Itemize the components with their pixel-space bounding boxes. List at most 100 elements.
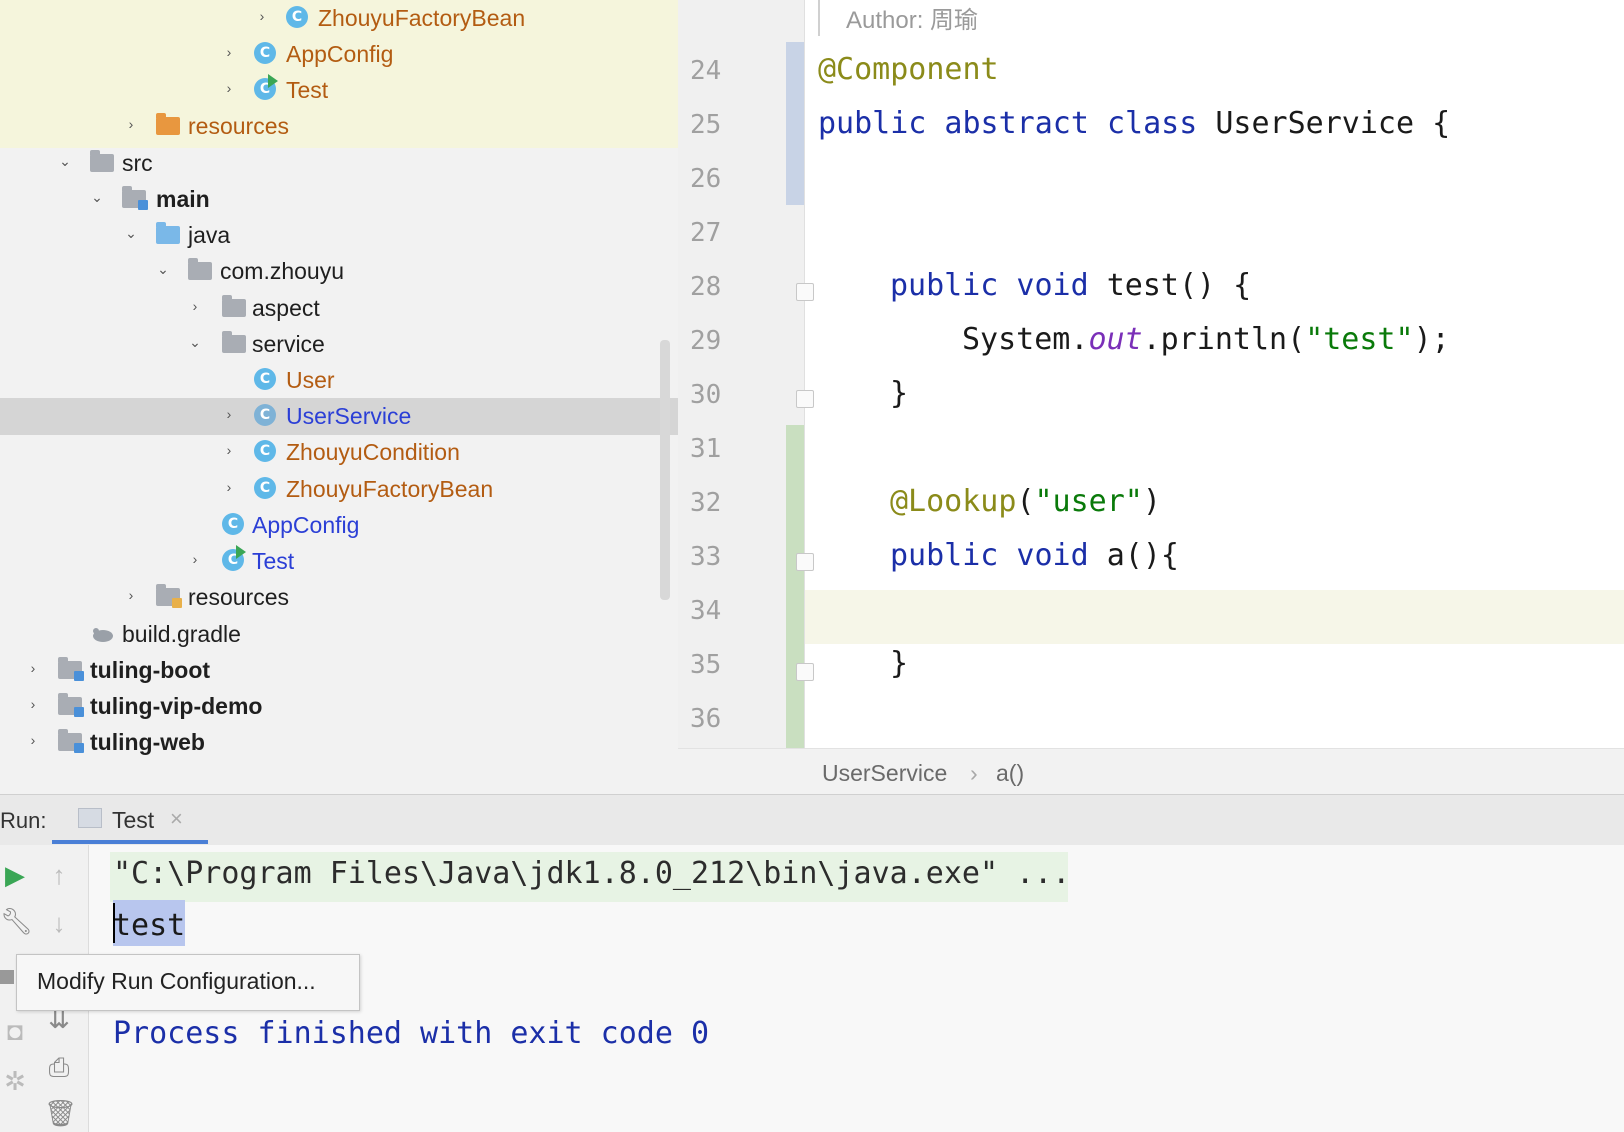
tree-item-label: ZhouyuCondition xyxy=(286,439,460,465)
doc-comment-bar xyxy=(818,0,820,36)
chevron-down-icon[interactable]: ⌄ xyxy=(156,262,170,276)
folder-icon xyxy=(90,150,114,175)
tree-item-zhouyufactorybean-1[interactable]: › C ZhouyuFactoryBean xyxy=(0,0,678,37)
tree-item-zhouyufactorybean-2[interactable]: › C ZhouyuFactoryBean xyxy=(0,471,678,508)
vcs-change-marker[interactable] xyxy=(786,42,804,205)
code-line-24[interactable]: @Component xyxy=(818,52,999,87)
tree-item-label: src xyxy=(122,150,153,176)
tree-item-label: tuling-vip-demo xyxy=(90,693,263,719)
tree-item-test-2[interactable]: › C Test xyxy=(0,543,678,580)
line-number: 25 xyxy=(690,110,722,140)
chevron-right-icon[interactable]: › xyxy=(188,552,202,566)
line-number: 29 xyxy=(690,326,722,356)
fold-icon[interactable] xyxy=(796,283,814,301)
console-output[interactable]: test xyxy=(113,908,185,943)
chevron-right-icon[interactable]: › xyxy=(26,733,40,747)
arrow-up-icon[interactable]: ↑ xyxy=(44,860,74,890)
chevron-right-icon[interactable]: › xyxy=(26,661,40,675)
vcs-added-marker[interactable] xyxy=(786,425,804,748)
print-icon[interactable]: ⎙ xyxy=(44,1052,74,1082)
chevron-right-icon[interactable]: › xyxy=(222,443,236,457)
tree-item-aspect[interactable]: › aspect xyxy=(0,290,678,327)
code-line-29[interactable]: System.out.println("test"); xyxy=(962,322,1450,357)
tree-item-test-1[interactable]: › C Test xyxy=(0,72,678,109)
chevron-right-icon[interactable]: › xyxy=(188,299,202,313)
fold-icon[interactable] xyxy=(796,553,814,571)
chevron-right-icon[interactable]: › xyxy=(255,9,269,23)
run-icon[interactable]: ▶ xyxy=(0,860,30,890)
tree-item-tuling-boot[interactable]: › tuling-boot xyxy=(0,652,678,689)
console-exit-message[interactable]: Process finished with exit code 0 xyxy=(113,1016,709,1051)
chevron-down-icon[interactable]: ⌄ xyxy=(58,154,72,168)
class-icon: C xyxy=(222,513,246,537)
tree-item-service[interactable]: ⌄ service xyxy=(0,326,678,363)
chevron-right-icon[interactable]: › xyxy=(222,480,236,494)
tree-item-label: resources xyxy=(188,584,289,610)
keyword: public void xyxy=(890,268,1089,303)
arrow-down-icon[interactable]: ↓ xyxy=(44,908,74,938)
package-icon xyxy=(222,331,246,356)
camera-icon[interactable]: ◘ xyxy=(0,1016,30,1046)
line-number: 34 xyxy=(690,596,722,626)
tab-test[interactable]: Test × xyxy=(52,794,208,844)
tooltip: Modify Run Configuration... xyxy=(16,954,360,1011)
run-panel-header xyxy=(0,794,1624,846)
tree-item-src[interactable]: ⌄ src xyxy=(0,145,678,182)
chevron-right-icon[interactable]: › xyxy=(26,697,40,711)
tree-item-userservice[interactable]: › C UserService xyxy=(0,398,678,435)
breadcrumb-separator: › xyxy=(970,760,978,786)
breadcrumb-class[interactable]: UserService xyxy=(822,760,947,787)
trash-icon[interactable]: 🗑︎ xyxy=(44,1098,77,1128)
tree-item-resources-2[interactable]: › resources xyxy=(0,579,678,616)
chevron-right-icon[interactable]: › xyxy=(222,81,236,95)
tree-scrollbar[interactable] xyxy=(660,340,670,600)
code-line-33[interactable]: public void a(){ xyxy=(890,538,1179,573)
console-command-line[interactable]: "C:\Program Files\Java\jdk1.8.0_212\bin\… xyxy=(113,856,1070,891)
wrench-icon[interactable]: 🔧︎ xyxy=(0,906,33,936)
tree-item-user[interactable]: C User xyxy=(0,362,678,399)
tree-item-com-zhouyu[interactable]: ⌄ com.zhouyu xyxy=(0,253,678,290)
tree-item-resources-1[interactable]: › resources xyxy=(0,108,678,145)
breadcrumb xyxy=(678,748,1624,795)
current-line-highlight xyxy=(805,590,1624,644)
code-line-25[interactable]: public abstract class UserService { xyxy=(818,106,1450,141)
class-icon: C xyxy=(254,42,278,66)
author-comment: Author: 周瑜 xyxy=(846,7,979,34)
tree-item-build-gradle[interactable]: build.gradle xyxy=(0,616,678,653)
chevron-right-icon[interactable]: › xyxy=(124,117,138,131)
tree-item-tuling-vip-demo[interactable]: › tuling-vip-demo xyxy=(0,688,678,725)
breadcrumb-method[interactable]: a() xyxy=(996,760,1024,787)
code-line-35[interactable]: } xyxy=(890,646,908,681)
text-caret xyxy=(113,903,115,943)
code-line-28[interactable]: public void test() { xyxy=(890,268,1251,303)
code-line-30[interactable]: } xyxy=(890,376,908,411)
code-text: } xyxy=(890,376,909,411)
chevron-right-icon[interactable]: › xyxy=(124,588,138,602)
chevron-right-icon[interactable]: › xyxy=(222,45,236,59)
module-folder-icon xyxy=(58,729,84,754)
chevron-right-icon[interactable]: › xyxy=(222,407,236,421)
close-icon[interactable]: × xyxy=(170,806,183,832)
tab-label: Test xyxy=(112,807,155,833)
package-icon xyxy=(188,258,212,283)
tree-item-zhouyucondition[interactable]: › C ZhouyuCondition xyxy=(0,434,678,471)
tree-item-label: java xyxy=(188,222,231,248)
line-number: 35 xyxy=(690,650,722,680)
tree-item-appconfig-2[interactable]: C AppConfig xyxy=(0,507,678,544)
chevron-down-icon[interactable]: ⌄ xyxy=(90,190,104,204)
settings-icon[interactable]: ✲ xyxy=(0,1066,30,1096)
code-line-32[interactable]: @Lookup("user") xyxy=(890,484,1161,519)
tree-item-main[interactable]: ⌄ main xyxy=(0,181,678,218)
chevron-down-icon[interactable]: ⌄ xyxy=(188,335,202,349)
annotation: @Lookup xyxy=(890,484,1017,519)
tree-item-tuling-web[interactable]: › tuling-web xyxy=(0,724,678,761)
fold-icon[interactable] xyxy=(796,663,814,681)
tree-item-label: main xyxy=(156,186,210,212)
stop-icon[interactable] xyxy=(0,970,14,984)
tree-item-label: com.zhouyu xyxy=(220,258,345,284)
chevron-down-icon[interactable]: ⌄ xyxy=(124,226,138,240)
tree-item-java[interactable]: ⌄ java xyxy=(0,217,678,254)
code-text: ) xyxy=(1142,484,1161,519)
tree-item-appconfig-1[interactable]: › C AppConfig xyxy=(0,36,678,73)
fold-icon[interactable] xyxy=(796,390,814,408)
